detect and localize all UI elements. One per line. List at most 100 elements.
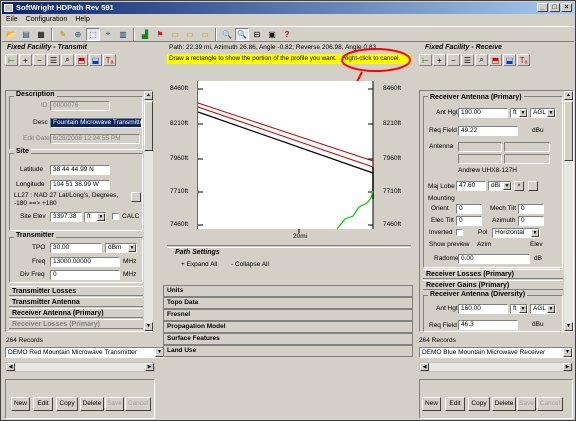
freq-field[interactable]: 13000.00000 xyxy=(50,257,120,267)
profile-plot[interactable] xyxy=(197,81,377,243)
transmitter-antenna-header[interactable]: Transmitter Antenna xyxy=(9,297,143,307)
zoom-rect-icon[interactable]: ⬚ xyxy=(86,27,100,41)
rx-ant-ref-select[interactable]: AGL ▼ xyxy=(530,108,556,118)
left-save-button[interactable]: Save xyxy=(105,397,124,411)
flag-icon[interactable]: ⚑ xyxy=(153,28,167,41)
rx-maj-lobe-field[interactable]: 47.60 xyxy=(456,181,486,191)
right-delete-button[interactable]: Delete xyxy=(492,397,516,411)
right-link-icon[interactable]: ⊢ xyxy=(419,54,432,66)
remove-icon[interactable]: − xyxy=(33,54,46,66)
menu-help[interactable]: Help xyxy=(75,14,89,25)
grid-icon[interactable]: ▥ xyxy=(116,28,130,41)
add-icon[interactable]: + xyxy=(19,54,32,66)
right-remove-icon[interactable]: − xyxy=(447,54,460,66)
rxd-ant-hgt-field[interactable]: 160.00 xyxy=(458,304,508,314)
folder-icon[interactable]: ▭ xyxy=(168,28,182,41)
collapse-all-link[interactable]: - Collapse All xyxy=(231,261,269,268)
left-hscroll[interactable]: ◀ ▶ xyxy=(5,362,155,372)
left-delete-button[interactable]: Delete xyxy=(80,397,104,411)
rx-pol-select[interactable]: Horizontal ▼ xyxy=(492,228,540,238)
right-export-icon[interactable]: ⬓ xyxy=(503,54,516,66)
target-icon[interactable]: ⊕ xyxy=(71,28,85,41)
menu-file[interactable]: Eile xyxy=(6,14,18,25)
find-icon[interactable]: ⌕ xyxy=(61,54,74,66)
rxd-req-field[interactable]: 46.3 xyxy=(458,320,518,330)
rx-losses-primary-header[interactable]: Receiver Losses (Primary) xyxy=(423,269,563,279)
right-list-icon[interactable]: ☰ xyxy=(461,54,474,66)
export-icon[interactable]: ⬓ xyxy=(89,54,102,66)
rx-req-field[interactable]: 49.22 xyxy=(458,126,518,136)
left-cancel-button[interactable]: Cancel xyxy=(125,397,151,411)
rx-mech-tilt-field[interactable]: 0 xyxy=(518,204,544,214)
ta-icon[interactable]: Tₐ xyxy=(103,54,116,66)
link-icon[interactable]: ⊢ xyxy=(5,54,18,66)
latitude-field[interactable]: 38 44 44.99 N xyxy=(50,165,110,175)
rx-ant-unit-select[interactable]: ft ▼ xyxy=(510,108,528,118)
ps-topo-data[interactable]: Topo Data xyxy=(163,297,413,309)
help-icon[interactable]: ? xyxy=(280,28,294,41)
right-save-button[interactable]: Save xyxy=(517,397,536,411)
site-elev-field[interactable]: 3397.38 xyxy=(50,212,82,222)
list-icon[interactable]: ☰ xyxy=(47,54,60,66)
maximize-button[interactable]: □ xyxy=(549,3,560,12)
ps-surface-features[interactable]: Surface Features xyxy=(163,333,413,345)
rx-azimuth-field[interactable]: 0 xyxy=(518,216,544,226)
left-panel-scrollbar[interactable]: ▲ ▼ xyxy=(144,91,153,331)
rx-lobe-unit-select[interactable]: dBi ▼ xyxy=(488,181,512,191)
rx-elec-tilt-field[interactable]: 0 xyxy=(456,216,482,226)
right-copy-button[interactable]: Copy xyxy=(468,397,490,411)
rx-lobe-x-button[interactable]: × xyxy=(514,181,524,191)
rx-ant-hgt-field[interactable]: 190.00 xyxy=(458,108,508,118)
left-record-select[interactable]: DEMO Red Mountain Microwave Transmitter ▼ xyxy=(5,347,165,358)
site-elev-unit-select[interactable]: ft ▼ xyxy=(84,212,106,222)
expand-all-link[interactable]: + Expand All xyxy=(181,261,217,268)
right-find-icon[interactable]: ⌕ xyxy=(475,54,488,66)
properties-icon[interactable]: ▦ xyxy=(34,28,48,41)
rx-lobe-more-button[interactable] xyxy=(528,181,538,191)
rx-show-preview-label[interactable]: Show preview xyxy=(429,241,469,248)
left-copy-button[interactable]: Copy xyxy=(56,397,78,411)
ps-fresnel[interactable]: Fresnel xyxy=(163,309,413,321)
open-icon[interactable]: 📂 xyxy=(4,28,18,41)
ps-land-use[interactable]: Land Use xyxy=(163,345,413,357)
ps-propagation-model[interactable]: Propagation Model xyxy=(163,321,413,333)
tpo-field[interactable]: 30.00 xyxy=(50,243,102,253)
zoom-out-icon[interactable]: ⊟ xyxy=(250,28,264,41)
rx-orient-field[interactable]: 0 xyxy=(456,204,482,214)
rxd-ant-ref-select[interactable]: AGL ▼ xyxy=(530,304,556,314)
calc-checkbox[interactable] xyxy=(112,213,119,220)
desc-field[interactable]: Fountain Microwave Transmitter xyxy=(50,118,142,128)
save-icon[interactable]: ▤ xyxy=(19,28,33,41)
right-add-icon[interactable]: + xyxy=(433,54,446,66)
menu-configuration[interactable]: Configuration xyxy=(26,14,68,25)
minimize-button[interactable]: _ xyxy=(537,3,548,12)
zoom-in-icon[interactable]: 🔍 xyxy=(220,28,234,41)
rx-gains-primary-header[interactable]: Receiver Gains (Primary) xyxy=(423,280,563,290)
right-import-icon[interactable]: ⬒ xyxy=(489,54,502,66)
right-panel-scrollbar[interactable]: ▲ ▼ xyxy=(564,91,573,331)
receiver-antenna-primary-header[interactable]: Receiver Antenna (Primary) xyxy=(9,308,143,318)
rx-inverted-checkbox[interactable] xyxy=(456,229,463,236)
left-edit-button[interactable]: Edit xyxy=(33,397,53,411)
folder2-icon[interactable]: ▭ xyxy=(183,28,197,41)
div-freq-field[interactable]: 0 xyxy=(50,270,120,280)
import-icon[interactable]: ⬒ xyxy=(75,54,88,66)
longitude-field[interactable]: 104 51 38.99 W xyxy=(50,180,110,190)
right-hscroll[interactable]: ◀ ▶ xyxy=(419,362,573,372)
right-edit-button[interactable]: Edit xyxy=(445,397,465,411)
tpo-unit-select[interactable]: dBm ▼ xyxy=(105,243,137,253)
splitter[interactable] xyxy=(167,245,411,248)
rxd-ant-unit-select[interactable]: ft ▼ xyxy=(510,304,528,314)
receiver-losses-primary-header[interactable]: Receiver Losses (Primary) xyxy=(9,319,143,329)
right-record-select[interactable]: DEMO Blue Mountain Microwave Receiver ▼ xyxy=(419,347,573,358)
right-new-button[interactable]: New xyxy=(422,397,441,411)
rx-radome-field[interactable]: 0.00 xyxy=(458,254,530,264)
profile-icon[interactable]: ▟ xyxy=(138,28,152,41)
close-button[interactable]: × xyxy=(561,3,572,12)
print-icon[interactable]: ▣ xyxy=(265,28,279,41)
right-ta-icon[interactable]: Tₐ xyxy=(517,54,530,66)
pencil-icon[interactable]: ✎ xyxy=(56,28,70,41)
path-icon[interactable]: ⌖ xyxy=(101,28,115,41)
folder3-icon[interactable]: ▭ xyxy=(198,28,212,41)
ps-units[interactable]: Units xyxy=(163,285,413,297)
